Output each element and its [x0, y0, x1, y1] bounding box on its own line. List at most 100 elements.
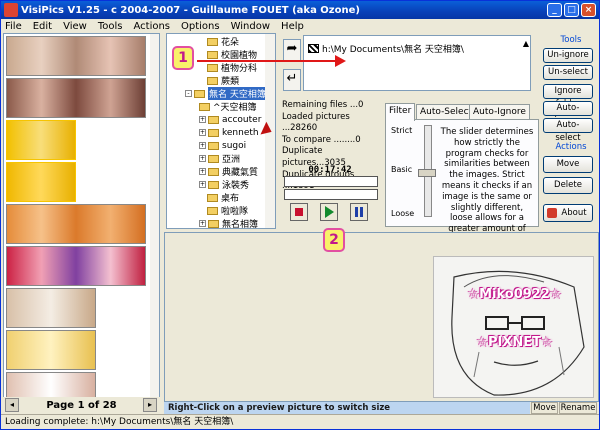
tree-item[interactable]: 啦啦隊: [207, 204, 248, 217]
scan-path-text: h:\My Documents\無名 天空相簿\: [322, 45, 464, 55]
thumbnail-group[interactable]: [6, 120, 76, 160]
folder-icon: [207, 50, 218, 59]
thumbnail-group[interactable]: [6, 204, 146, 244]
folder-icon: [199, 102, 210, 111]
menu-actions[interactable]: Actions: [133, 21, 170, 32]
tree-item-label: 亞洲: [222, 155, 241, 165]
tick-strict: Strict: [391, 126, 413, 135]
watermark-top: ☆Miko0922☆: [467, 287, 562, 302]
tree-item[interactable]: + 泳裝秀: [199, 178, 249, 191]
tools-group-label: Tools: [560, 35, 582, 45]
move-button[interactable]: Move: [543, 156, 593, 173]
about-button[interactable]: About: [543, 204, 593, 222]
tree-item[interactable]: + accouter: [199, 113, 261, 126]
tree-item[interactable]: + 典藏氣質: [199, 165, 258, 178]
stop-button[interactable]: [290, 203, 308, 221]
expand-icon[interactable]: +: [199, 168, 206, 175]
minimize-icon[interactable]: _: [547, 3, 562, 17]
auto-ignore-button[interactable]: Auto-ignore: [543, 101, 593, 126]
about-label: About: [561, 208, 587, 218]
pause-button[interactable]: [350, 203, 368, 221]
tree-item[interactable]: 花朵: [207, 35, 239, 48]
checkered-flag-icon: [308, 44, 319, 53]
menu-file[interactable]: File: [5, 21, 22, 32]
menu-view[interactable]: View: [63, 21, 87, 32]
thumbnail-group[interactable]: [6, 372, 96, 398]
rename-button[interactable]: Rename: [559, 402, 597, 414]
menu-tools[interactable]: Tools: [98, 21, 123, 32]
un-select-button[interactable]: Un-select: [543, 65, 593, 80]
progress-bar-2: [284, 189, 378, 200]
preview-image[interactable]: ☆Miko0922☆ ☆PIXNET☆: [433, 256, 594, 398]
tab-filter[interactable]: Filter: [385, 103, 416, 121]
close-icon[interactable]: ×: [581, 3, 596, 17]
thumbnail-group[interactable]: [6, 78, 146, 118]
tab-auto-ignore[interactable]: Auto-Ignore: [469, 104, 530, 120]
folder-icon: [208, 154, 219, 163]
auto-select-button[interactable]: Auto-select: [543, 118, 593, 143]
filter-description: The slider determines how strictly the p…: [440, 127, 534, 245]
expand-icon[interactable]: -: [185, 90, 192, 97]
delete-button[interactable]: Delete: [543, 177, 593, 194]
expand-icon[interactable]: +: [199, 220, 206, 227]
un-ignore-button[interactable]: Un-ignore: [543, 48, 593, 63]
window-title: VisiPics V1.25 - c 2004-2007 - Guillaume…: [21, 4, 360, 16]
tree-item[interactable]: + 無名相簿: [199, 217, 258, 228]
next-page-icon[interactable]: ▸: [143, 398, 157, 412]
dropdown-arrow-icon[interactable]: ▲: [520, 39, 532, 51]
play-button[interactable]: [320, 203, 338, 221]
menu-window[interactable]: Window: [231, 21, 270, 32]
prev-page-icon[interactable]: ◂: [5, 398, 19, 412]
expand-icon[interactable]: +: [199, 155, 206, 162]
remove-folder-button[interactable]: ↵: [283, 69, 301, 91]
tab-auto-select[interactable]: Auto-Select: [416, 104, 477, 120]
tree-item[interactable]: + kenneth: [199, 126, 259, 139]
expand-icon[interactable]: +: [199, 129, 206, 136]
tree-item-label: sugoi: [222, 140, 247, 151]
stat-loaded: Loaded pictures ...28260: [282, 111, 350, 134]
page-bar: ◂ Page 1 of 28 ▸: [3, 397, 160, 413]
bottom-move-button[interactable]: Move: [531, 402, 558, 414]
thumbnail-scrollbar[interactable]: [150, 34, 159, 398]
maximize-icon[interactable]: □: [564, 3, 579, 17]
scan-path-entry[interactable]: h:\My Documents\無名 天空相簿\: [308, 42, 464, 55]
thumbnail-group[interactable]: [6, 246, 146, 286]
menu-options[interactable]: Options: [181, 21, 220, 32]
thumbnail-group[interactable]: [6, 288, 96, 328]
ignore-folder-button[interactable]: Ignore folder: [543, 84, 593, 109]
actions-group-label: Actions: [555, 142, 587, 152]
menu-bar: File Edit View Tools Actions Options Win…: [1, 19, 599, 33]
tree-item[interactable]: - 無名 天空相簿: [185, 87, 267, 100]
sketch-drawing: [451, 270, 585, 396]
tree-item-label: 典藏氣質: [222, 168, 259, 178]
add-folder-button[interactable]: ➦: [283, 39, 301, 61]
expand-icon[interactable]: +: [199, 181, 206, 188]
tree-item[interactable]: 桌布: [207, 191, 239, 204]
folder-icon: [207, 206, 218, 215]
annotation-arrow: [197, 60, 337, 62]
folder-icon: [194, 89, 205, 98]
strictness-slider-thumb[interactable]: [418, 169, 436, 177]
tree-item[interactable]: + 亞洲: [199, 152, 240, 165]
tree-item[interactable]: + sugoi: [199, 139, 246, 152]
menu-help[interactable]: Help: [281, 21, 304, 32]
stat-compare: To compare ........0: [282, 134, 361, 145]
tree-item-label: accouter: [222, 114, 262, 125]
tree-item[interactable]: 植物分科: [207, 61, 257, 74]
folder-icon: [207, 37, 218, 46]
folder-icon: [208, 167, 219, 176]
menu-edit[interactable]: Edit: [33, 21, 52, 32]
tree-item[interactable]: ^天空相簿: [199, 100, 257, 113]
thumbnail-list[interactable]: [3, 33, 160, 399]
expand-icon[interactable]: +: [199, 142, 206, 149]
about-icon: [547, 208, 557, 218]
app-icon: [4, 3, 18, 17]
annotation-arrowhead: [335, 55, 346, 67]
thumbnail-group[interactable]: [6, 36, 146, 76]
thumbnail-group[interactable]: [6, 330, 96, 370]
tree-item[interactable]: 蕨類: [207, 74, 239, 87]
options-tabs: Filter Auto-Select Auto-Ignore: [385, 103, 537, 121]
expand-icon[interactable]: +: [199, 116, 206, 123]
folder-icon: [208, 180, 219, 189]
thumbnail-group[interactable]: [6, 162, 76, 202]
